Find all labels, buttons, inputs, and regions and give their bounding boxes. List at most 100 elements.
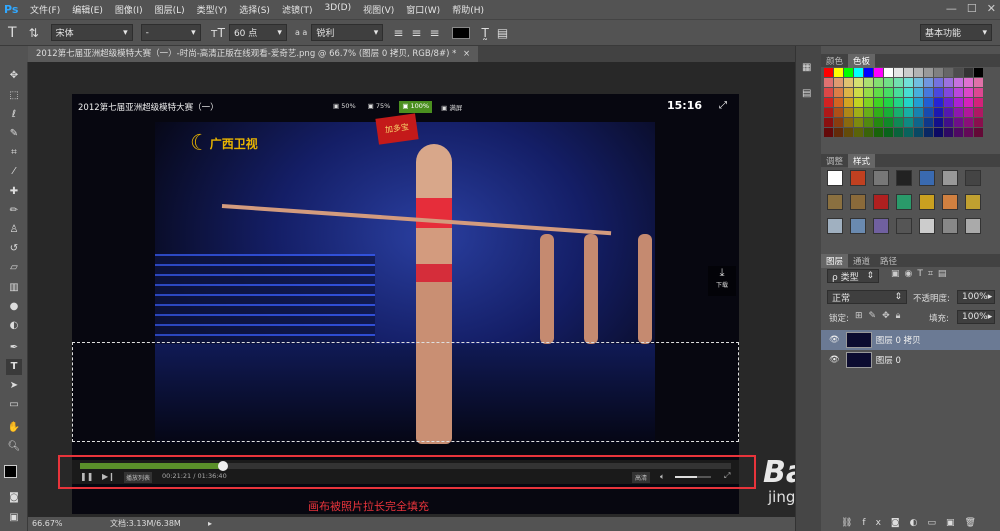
color-swatch[interactable] — [914, 68, 923, 77]
menu-item[interactable]: 编辑(E) — [66, 3, 109, 16]
style-preset[interactable] — [827, 194, 843, 210]
color-swatch[interactable] — [924, 88, 933, 97]
style-preset[interactable] — [873, 218, 889, 234]
fill-field[interactable]: 100% ▸ — [957, 310, 995, 324]
color-swatch[interactable] — [964, 78, 973, 87]
color-swatch[interactable] — [924, 128, 933, 137]
menu-item[interactable]: 文件(F) — [24, 3, 66, 16]
color-swatch[interactable] — [854, 108, 863, 117]
color-swatch[interactable] — [964, 108, 973, 117]
style-preset[interactable] — [850, 218, 866, 234]
brush-tool-icon[interactable]: ✏ — [6, 203, 22, 219]
color-swatch[interactable] — [844, 108, 853, 117]
font-family-select[interactable]: 宋体 ▾ — [50, 24, 133, 41]
style-preset[interactable] — [942, 170, 958, 186]
menu-item[interactable]: 3D(D) — [318, 3, 357, 16]
tab-swatches[interactable]: 色板 — [848, 54, 876, 68]
video-zoom-option[interactable]: ▣ 50% — [330, 101, 359, 113]
color-swatch[interactable] — [884, 98, 893, 107]
hand-tool-icon[interactable]: ✋ — [6, 420, 22, 436]
color-swatch[interactable] — [834, 78, 843, 87]
menu-item[interactable]: 窗口(W) — [400, 3, 446, 16]
blend-mode-select[interactable]: 正常 ⇕ — [827, 290, 907, 304]
color-swatch[interactable] — [974, 68, 983, 77]
rectangle-tool-icon[interactable]: ▭ — [6, 397, 22, 413]
color-swatch[interactable] — [894, 118, 903, 127]
color-swatch[interactable] — [904, 98, 913, 107]
color-swatch[interactable] — [834, 98, 843, 107]
opacity-field[interactable]: 100% ▸ — [957, 290, 995, 304]
color-swatch[interactable] — [944, 88, 953, 97]
menu-item[interactable]: 选择(S) — [233, 3, 276, 16]
color-swatch[interactable] — [974, 78, 983, 87]
color-swatch[interactable] — [854, 78, 863, 87]
color-swatch[interactable] — [844, 98, 853, 107]
color-swatch[interactable] — [954, 128, 963, 137]
color-swatch[interactable] — [934, 68, 943, 77]
color-swatch[interactable] — [944, 98, 953, 107]
color-swatch[interactable] — [894, 108, 903, 117]
tab-channels[interactable]: 通道 — [848, 254, 875, 268]
lasso-tool-icon[interactable]: ℓ — [6, 107, 22, 123]
dodge-tool-icon[interactable]: ◐ — [6, 318, 22, 334]
align-left-icon[interactable]: ≡ — [393, 26, 403, 40]
pen-tool-icon[interactable]: ✒ — [6, 340, 22, 356]
tab-layers[interactable]: 图层 — [821, 254, 849, 268]
color-swatch[interactable] — [914, 118, 923, 127]
color-swatch[interactable] — [914, 88, 923, 97]
style-preset[interactable] — [896, 218, 912, 234]
color-swatch[interactable] — [884, 128, 893, 137]
color-swatch[interactable] — [924, 98, 933, 107]
visibility-eye-icon[interactable]: 👁︎ — [829, 335, 840, 345]
color-swatch[interactable] — [894, 68, 903, 77]
color-swatch[interactable] — [864, 98, 873, 107]
layer-kind-filter[interactable]: ρ 类型 ⇕ — [827, 269, 879, 283]
text-tool-icon[interactable]: T — [8, 25, 17, 41]
healing-brush-tool-icon[interactable]: ✚ — [6, 184, 22, 200]
color-swatch[interactable] — [874, 88, 883, 97]
menu-item[interactable]: 类型(Y) — [191, 3, 234, 16]
color-swatch[interactable] — [904, 118, 913, 127]
color-swatch[interactable] — [904, 88, 913, 97]
history-panel-icon[interactable]: ▦ — [802, 62, 811, 73]
color-swatch[interactable] — [844, 88, 853, 97]
color-swatch[interactable] — [884, 78, 893, 87]
color-swatch[interactable] — [914, 78, 923, 87]
canvas-area[interactable]: 加多宝 ☾ 广西卫视 2012第七届亚洲超级模特大赛（一） ▣ 50% ▣ 75%… — [28, 62, 919, 517]
gradient-tool-icon[interactable]: ▥ — [6, 280, 22, 296]
minimize-icon[interactable]: — — [946, 2, 957, 15]
color-swatch[interactable] — [904, 108, 913, 117]
eraser-tool-icon[interactable]: ▱ — [6, 260, 22, 276]
color-swatch[interactable] — [884, 68, 893, 77]
layer-filter-icons[interactable]: ▣◉T⌗▤ — [891, 269, 951, 279]
fullscreen-icon[interactable]: ⤢ — [719, 100, 727, 111]
zoom-tool-icon[interactable]: 🔍︎ — [6, 439, 22, 455]
color-swatch[interactable] — [924, 68, 933, 77]
color-swatch[interactable] — [914, 98, 923, 107]
color-swatch[interactable] — [914, 128, 923, 137]
color-swatch[interactable] — [834, 88, 843, 97]
color-swatch[interactable] — [924, 78, 933, 87]
color-swatch[interactable] — [834, 68, 843, 77]
color-swatch[interactable] — [924, 118, 933, 127]
type-tool-icon[interactable]: T — [6, 359, 22, 375]
color-swatch[interactable] — [854, 98, 863, 107]
color-swatch[interactable] — [964, 88, 973, 97]
color-swatch[interactable] — [844, 68, 853, 77]
move-tool-icon[interactable]: ✥ — [6, 68, 22, 84]
menu-item[interactable]: 图层(L) — [149, 3, 191, 16]
color-swatch[interactable] — [884, 118, 893, 127]
layer-row[interactable]: 👁︎ 图层 0 拷贝 — [821, 330, 1000, 350]
path-select-tool-icon[interactable]: ➤ — [6, 378, 22, 394]
color-swatch[interactable] — [864, 88, 873, 97]
style-preset[interactable] — [850, 194, 866, 210]
color-swatch[interactable] — [874, 108, 883, 117]
color-swatch[interactable] — [824, 108, 833, 117]
close-tab-icon[interactable]: × — [463, 49, 470, 59]
font-style-select[interactable]: - ▾ — [140, 24, 201, 41]
color-swatch[interactable] — [864, 68, 873, 77]
color-swatch[interactable] — [854, 128, 863, 137]
color-swatch[interactable] — [824, 98, 833, 107]
text-color-swatch[interactable] — [451, 26, 470, 39]
color-swatch[interactable] — [854, 68, 863, 77]
